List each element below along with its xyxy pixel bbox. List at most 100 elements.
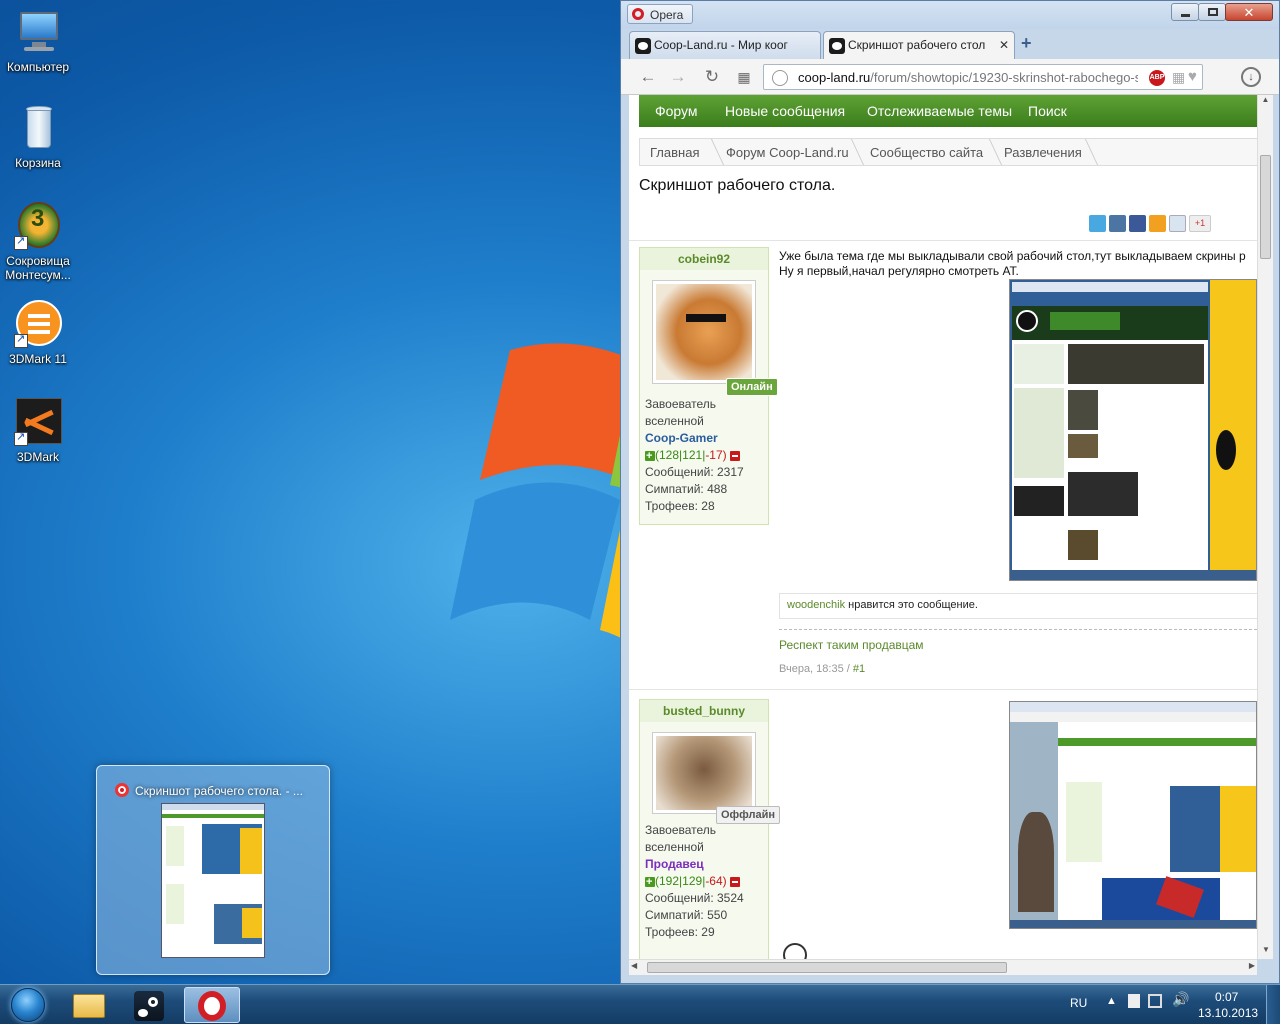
vertical-scrollbar[interactable]: ▲ ▼ <box>1257 95 1273 959</box>
minimize-button[interactable] <box>1171 3 1199 21</box>
user-stats: Завоеватель вселенной Coop-Gamer (128|12… <box>645 396 744 515</box>
start-button[interactable] <box>2 986 54 1024</box>
rating-plus-icon[interactable] <box>645 448 655 465</box>
menu-forum[interactable]: Форум <box>655 103 698 119</box>
post-meta: Вчера, 18:35 / #1 <box>779 663 865 675</box>
rating-minus-icon[interactable] <box>730 876 740 887</box>
back-arrow-icon[interactable]: ← <box>637 66 659 88</box>
volume-icon[interactable]: 🔊 <box>1172 991 1189 1008</box>
desktop-icon-recycle-bin[interactable]: Корзина <box>0 104 76 170</box>
user-likes: Симпатий: 488 <box>645 482 728 496</box>
show-desktop-button[interactable] <box>1266 985 1280 1024</box>
topic-title: Скриншот рабочего стола. <box>639 177 836 194</box>
user-rank-line2: вселенной <box>645 840 704 854</box>
clock-date[interactable]: 13.10.2013 <box>1198 1006 1258 1020</box>
menu-new-messages[interactable]: Новые сообщения <box>725 103 845 119</box>
forum-menu: Форум Новые сообщения Отслеживаемые темы… <box>639 95 1257 127</box>
network-icon[interactable] <box>1148 994 1162 1008</box>
forward-arrow-icon[interactable]: → <box>667 66 689 88</box>
speed-dial-grid-icon[interactable]: ▦ <box>733 66 755 88</box>
desktop-icon-3dmark11[interactable]: 3DMark 11 <box>0 300 76 366</box>
post-number-link[interactable]: #1 <box>853 663 865 675</box>
menu-search[interactable]: Поиск <box>1028 103 1067 119</box>
odnoklassniki-share-icon[interactable] <box>1149 215 1166 232</box>
scroll-down-arrow-icon[interactable]: ▼ <box>1258 945 1274 959</box>
breadcrumb-community[interactable]: Сообщество сайта <box>870 145 983 160</box>
action-center-flag-icon[interactable] <box>1128 994 1140 1008</box>
adblock-icon[interactable]: ABP <box>1149 70 1165 86</box>
user-group[interactable]: Coop-Gamer <box>645 430 744 447</box>
breadcrumb-forum[interactable]: Форум Coop-Land.ru <box>726 145 849 160</box>
horizontal-scrollbar[interactable]: ◀ ▶ <box>629 959 1257 975</box>
user-rating: (192|129|-64) <box>645 873 744 891</box>
user-rank-line1: Завоеватель <box>645 397 717 411</box>
download-icon[interactable]: ↓ <box>1241 67 1261 87</box>
close-icon: ✕ <box>1243 5 1255 20</box>
username[interactable]: busted_bunny <box>640 700 768 722</box>
post-screenshot-image[interactable] <box>1009 701 1257 929</box>
facebook-share-icon[interactable] <box>1129 215 1146 232</box>
user-group[interactable]: Продавец <box>645 856 744 873</box>
rating-plus-icon[interactable] <box>645 874 655 891</box>
page-info-icon[interactable] <box>772 70 788 86</box>
user-messages: Сообщений: 3524 <box>645 891 744 905</box>
bookmark-heart-icon[interactable]: ♥ <box>1188 68 1197 85</box>
close-button[interactable]: ✕ <box>1225 3 1273 21</box>
taskbar-steam-button[interactable] <box>122 987 178 1023</box>
browser-app-name: Opera <box>650 8 684 22</box>
google-plus-share-button[interactable]: +1 <box>1189 215 1211 232</box>
opera-menu-button[interactable]: Opera <box>627 4 693 24</box>
thumbnail-title: Скриншот рабочего стола. - ... <box>135 784 303 798</box>
username[interactable]: cobein92 <box>640 248 768 270</box>
clock-time[interactable]: 0:07 <box>1215 990 1238 1004</box>
scroll-right-arrow-icon[interactable]: ▶ <box>1249 961 1255 970</box>
page-viewport[interactable]: Форум Новые сообщения Отслеживаемые темы… <box>629 95 1257 959</box>
liked-by-user[interactable]: woodenchik <box>787 599 845 611</box>
maximize-button[interactable] <box>1198 3 1226 21</box>
tab-close-icon[interactable]: ✕ <box>999 38 1009 52</box>
thumbnail-page-image <box>161 803 265 958</box>
show-hidden-icons-arrow-icon[interactable]: ▲ <box>1106 995 1117 1007</box>
desktop-icon-montezuma[interactable]: 3 Сокровища Монтесум... <box>0 202 76 282</box>
taskbar-thumbnail-preview[interactable]: Скриншот рабочего стола. - ... <box>96 765 330 975</box>
extensions-grid-icon[interactable]: ▦ <box>1172 69 1185 86</box>
window-titlebar[interactable]: Opera ✕ <box>621 1 1279 29</box>
taskbar-opera-button[interactable] <box>184 987 240 1023</box>
breadcrumb-home[interactable]: Главная <box>650 145 699 160</box>
restore-icon <box>1208 8 1218 16</box>
new-tab-button[interactable]: + <box>1021 33 1041 53</box>
avatar[interactable] <box>652 280 756 384</box>
smiley-icon <box>783 943 807 959</box>
avatar[interactable] <box>652 732 756 814</box>
url-domain: coop-land.ru <box>798 70 871 85</box>
3dmark-icon <box>14 398 62 446</box>
google-plus-label: +1 <box>1194 218 1206 228</box>
horizontal-scroll-thumb[interactable] <box>647 962 1007 973</box>
user-likes: Симпатий: 550 <box>645 908 728 922</box>
rating-minus-icon[interactable] <box>730 450 740 461</box>
desktop-icon-computer[interactable]: Компьютер <box>0 8 76 74</box>
opera-browser-window[interactable]: Opera ✕ Coop-Land.ru - Мир коог Скриншот… <box>620 0 1280 984</box>
scroll-up-arrow-icon[interactable]: ▲ <box>1258 95 1273 109</box>
vk-share-icon[interactable] <box>1109 215 1126 232</box>
breadcrumb-entertainment[interactable]: Развлечения <box>1004 145 1082 160</box>
scroll-left-arrow-icon[interactable]: ◀ <box>631 961 637 970</box>
minimize-icon <box>1181 14 1190 17</box>
desktop-icon-3dmark[interactable]: 3DMark <box>0 398 76 464</box>
address-bar[interactable]: coop-land.ru/forum/showtopic/19230-skrin… <box>763 64 1203 90</box>
taskbar-explorer-button[interactable] <box>61 987 117 1023</box>
vertical-scroll-thumb[interactable] <box>1260 155 1271 259</box>
tab-screenshot-topic[interactable]: Скриншот рабочего стол ✕ <box>823 31 1015 59</box>
shortcut-arrow-icon <box>14 234 28 250</box>
twitter-share-icon[interactable] <box>1089 215 1106 232</box>
rating-total: 128 <box>659 448 680 462</box>
user-card: cobein92 Онлайн Завоеватель вселенной Co… <box>639 247 778 525</box>
language-indicator[interactable]: RU <box>1070 996 1087 1010</box>
reload-icon[interactable]: ↻ <box>701 66 723 88</box>
user-rank-line2: вселенной <box>645 414 704 428</box>
menu-watched-topics[interactable]: Отслеживаемые темы <box>867 103 1012 119</box>
post-screenshot-image[interactable] <box>1009 279 1257 581</box>
livejournal-share-icon[interactable] <box>1169 215 1186 232</box>
likes-bar: woodenchik нравится это сообщение. <box>779 593 1257 619</box>
tab-coop-land-home[interactable]: Coop-Land.ru - Мир коог <box>629 31 821 59</box>
